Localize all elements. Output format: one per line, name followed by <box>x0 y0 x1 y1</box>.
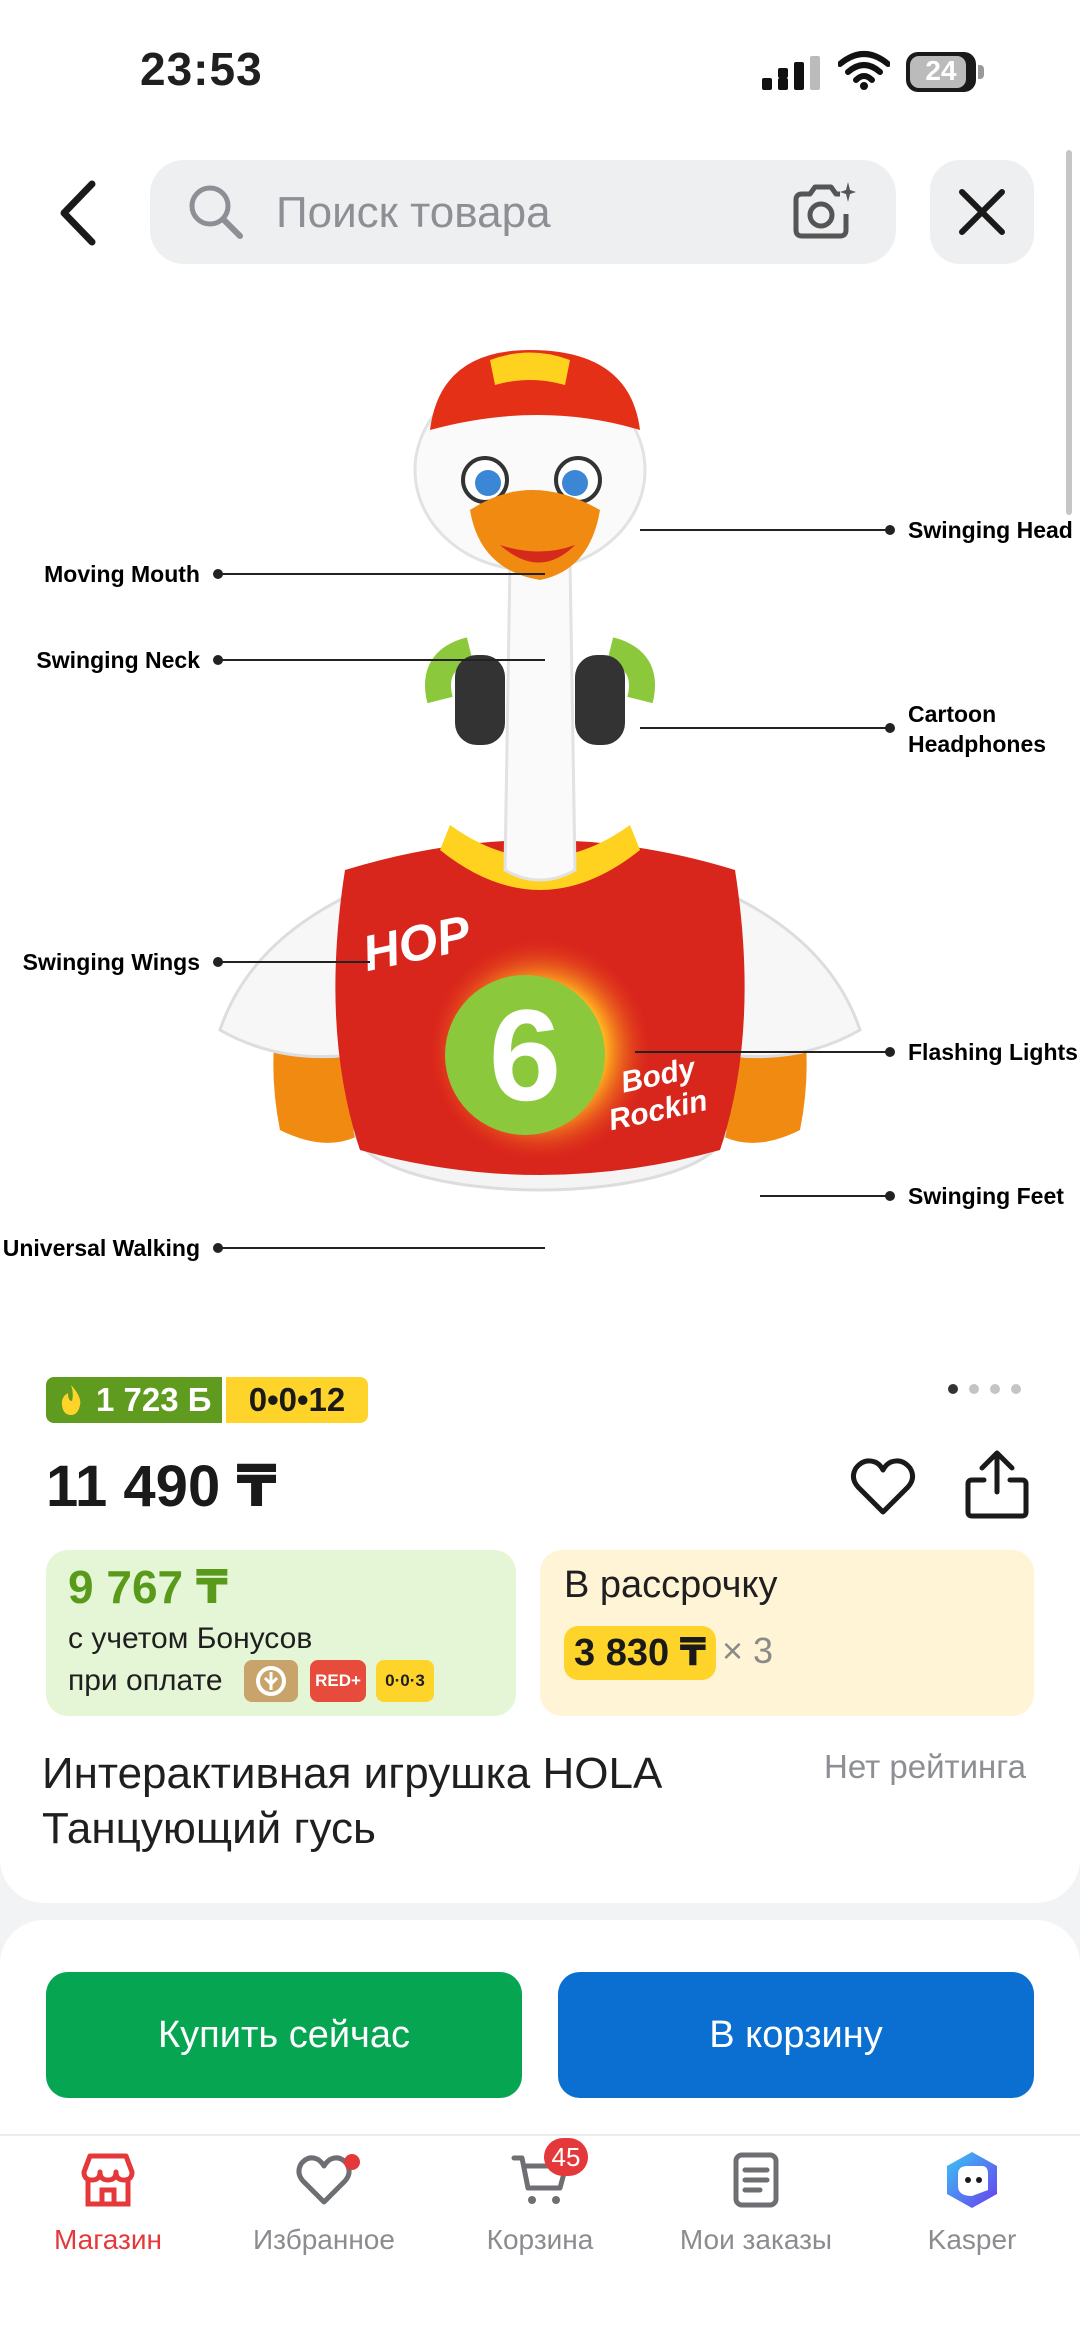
callout-swinging-head: Swinging Head <box>908 517 1073 543</box>
installment-title: В рассрочку <box>564 1564 778 1606</box>
wifi-icon <box>838 51 890 90</box>
product-image[interactable]: 6 HOP Body Rockin Swinging Head Moving M… <box>0 330 1080 1330</box>
heart-icon <box>850 1458 916 1515</box>
gallery-pagination <box>948 1384 1022 1396</box>
bonus-price-card[interactable]: 9 767 ₸ с учетом Бонусов при оплате RED+… <box>46 1550 516 1716</box>
red-plus-payment-icon: RED+ <box>310 1660 366 1702</box>
product-price: 11 490 ₸ <box>46 1454 277 1519</box>
share-button[interactable] <box>962 1448 1032 1522</box>
flame-icon <box>61 1385 81 1415</box>
tab-cart[interactable]: 45 Корзина <box>432 2138 648 2300</box>
search-bar[interactable]: Поиск товара <box>150 160 896 264</box>
kaspi-payment-icon <box>244 1660 298 1702</box>
battery-icon: 24 <box>906 52 984 92</box>
bonus-caption-line1: с учетом Бонусов <box>68 1622 313 1655</box>
camera-search-icon[interactable] <box>790 180 856 242</box>
chevron-left-icon <box>60 180 96 246</box>
tab-shop[interactable]: Магазин <box>0 2150 216 2300</box>
tab-kasper[interactable]: Kasper <box>864 2150 1080 2300</box>
zero-installment-payment-icon: 0·0·3 <box>376 1660 434 1702</box>
close-icon <box>959 189 1005 235</box>
tab-bar-divider <box>0 2134 1080 2136</box>
favorites-notification-dot <box>344 2154 360 2170</box>
callout-universal-walking: Universal Walking <box>3 1235 200 1261</box>
orders-icon <box>733 2152 779 2208</box>
callout-swinging-neck: Swinging Neck <box>36 647 200 673</box>
share-icon <box>965 1450 1029 1519</box>
gallery-dot <box>969 1384 979 1394</box>
buy-now-button[interactable]: Купить сейчас <box>46 1972 522 2098</box>
gallery-dot <box>1011 1384 1021 1394</box>
tab-orders[interactable]: Мои заказы <box>648 2150 864 2300</box>
bonus-badge: 1 723 Б <box>46 1377 222 1423</box>
toy-number: 6 <box>489 982 561 1128</box>
add-to-cart-button[interactable]: В корзину <box>558 1972 1034 2098</box>
tab-shop-label: Магазин <box>53 2224 162 2255</box>
callout-moving-mouth: Moving Mouth <box>44 561 200 587</box>
callout-cartoon-headphones-1: Cartoon <box>908 701 996 727</box>
product-title: Интерактивная игрушка HOLA Танцующий гус… <box>42 1749 660 1853</box>
cart-count-badge: 45 <box>544 2138 588 2176</box>
tab-favorites-label: Избранное <box>253 2224 395 2255</box>
installment-multiplier: × 3 <box>722 1630 774 1671</box>
tab-cart-label: Корзина <box>486 2224 594 2255</box>
bonus-price: 9 767 ₸ <box>68 1561 228 1613</box>
search-input[interactable]: Поиск товара <box>276 188 551 238</box>
gallery-dot <box>990 1384 1000 1394</box>
back-button[interactable] <box>40 168 120 258</box>
close-button[interactable] <box>930 160 1034 264</box>
tab-kasper-label: Kasper <box>927 2224 1017 2255</box>
callout-cartoon-headphones-2: Headphones <box>908 731 1046 757</box>
battery-level: 24 <box>925 55 957 86</box>
rating-status[interactable]: Нет рейтинга <box>824 1748 1026 1786</box>
bonus-badge-label: 1 723 Б <box>96 1381 212 1418</box>
installment-card[interactable]: В рассрочку 3 830 ₸ × 3 <box>540 1550 1034 1716</box>
tab-orders-label: Мои заказы <box>679 2224 833 2255</box>
search-icon <box>189 185 243 239</box>
installment-amount: 3 830 ₸ <box>564 1626 717 1680</box>
callout-swinging-wings: Swinging Wings <box>23 949 200 975</box>
kasper-icon <box>947 2152 997 2208</box>
callout-flashing-lights: Flashing Lights <box>908 1039 1078 1065</box>
installment-badge: 0•0•12 <box>226 1377 368 1423</box>
callout-swinging-feet: Swinging Feet <box>908 1183 1064 1209</box>
gallery-dot-active <box>948 1384 958 1394</box>
status-time: 23:53 <box>140 43 263 95</box>
shop-icon <box>81 2153 135 2207</box>
tab-favorites[interactable]: Избранное <box>216 2150 432 2300</box>
bonus-caption-line2: при оплате <box>68 1664 223 1697</box>
favorite-button[interactable] <box>848 1452 918 1522</box>
cellular-signal-icon <box>762 56 820 90</box>
